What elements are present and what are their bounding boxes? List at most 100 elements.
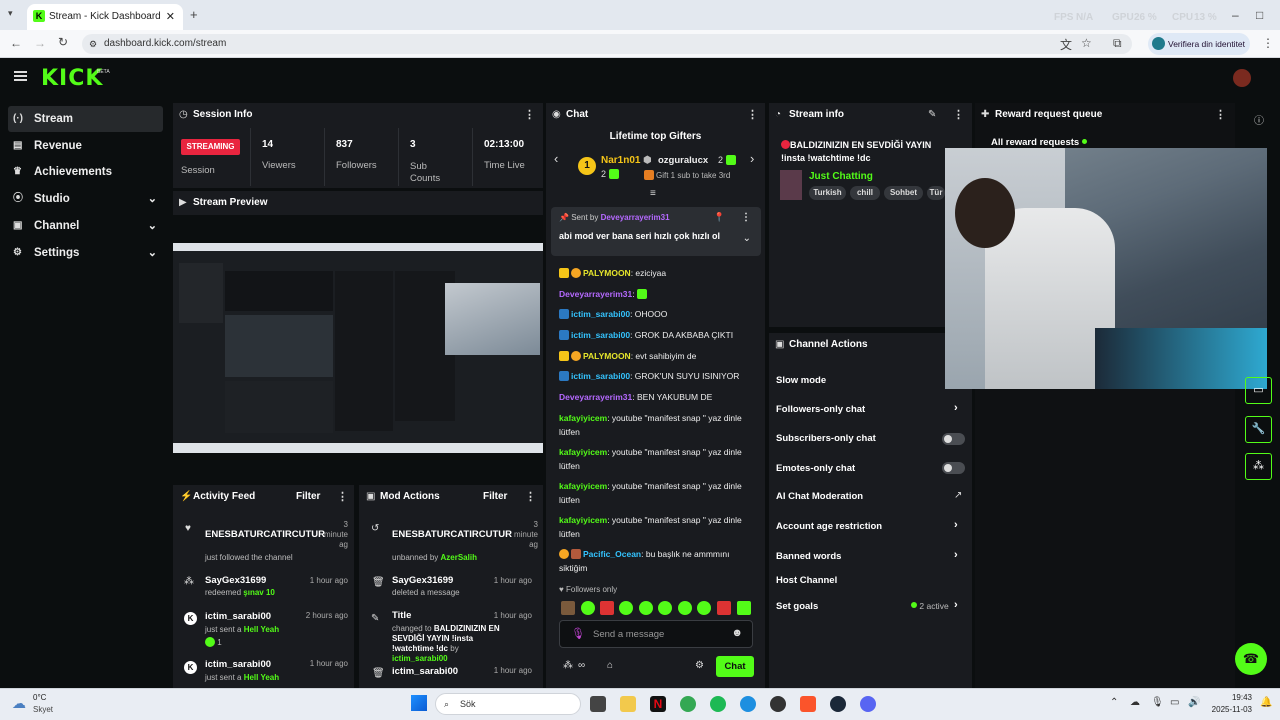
obs-icon[interactable]: [770, 696, 786, 712]
gear-icon[interactable]: ⚙: [695, 660, 704, 671]
chat-username[interactable]: PALYMOON: [583, 351, 631, 361]
emotes-only-action[interactable]: Emotes-only chat: [776, 463, 855, 474]
feed-username[interactable]: ictim_sarabi00: [205, 611, 271, 622]
chat-message[interactable]: Deveyarrayerim31:: [559, 287, 759, 301]
unpin-icon[interactable]: 📍: [714, 212, 725, 223]
all-rewards-label[interactable]: All reward requests: [991, 137, 1079, 148]
stream-category[interactable]: Just Chatting: [809, 171, 873, 182]
more-options-icon[interactable]: ⋮: [1215, 108, 1226, 121]
emote-icon[interactable]: [717, 601, 731, 615]
chat-send-button[interactable]: Chat: [716, 656, 754, 677]
more-options-icon[interactable]: ⋮: [524, 108, 535, 121]
chat-username[interactable]: Deveyarrayerim31: [559, 289, 632, 299]
more-options-icon[interactable]: ⋮: [953, 108, 964, 121]
channel-points-icon[interactable]: ⁂: [563, 660, 573, 671]
clock-time[interactable]: 19:43: [1208, 693, 1252, 702]
slow-mode-action[interactable]: Slow mode: [776, 375, 826, 386]
chat-username[interactable]: ictim_sarabi00: [571, 330, 630, 340]
chat-message[interactable]: ictim_sarabi00: OHOOO: [559, 307, 759, 321]
tab-list-icon[interactable]: ▾: [8, 8, 13, 19]
chat-username[interactable]: ictim_sarabi00: [571, 309, 630, 319]
more-options-icon[interactable]: ⋮: [741, 212, 751, 223]
chat-username[interactable]: PALYMOON: [583, 268, 631, 278]
microphone-icon[interactable]: 🎙: [571, 627, 585, 640]
activity-filter-button[interactable]: Filter: [296, 491, 320, 502]
tag-chip[interactable]: Sohbet: [884, 186, 923, 200]
chat-message[interactable]: PALYMOON: evt sahibiyim de: [559, 349, 759, 363]
sidebar-item-stream[interactable]: (·) Stream: [8, 106, 163, 132]
sidebar-item-settings[interactable]: ⚙ Settings ⌄: [8, 240, 163, 266]
mod-username[interactable]: ENESBATURCATIRCUTUR: [392, 529, 512, 540]
tag-chip[interactable]: Turkish: [809, 186, 846, 200]
new-tab-icon[interactable]: +: [190, 7, 198, 22]
chat-username[interactable]: kafayiyicem: [559, 413, 607, 423]
windows-start-icon[interactable]: [411, 695, 427, 711]
shop-icon[interactable]: ⌂: [607, 660, 613, 671]
network-icon[interactable]: ▭: [1170, 697, 1179, 708]
chevron-down-icon[interactable]: ⌄: [743, 233, 751, 244]
chat-message[interactable]: kafayiyicem: youtube "manifest snap " ya…: [559, 513, 759, 541]
expand-icon[interactable]: ≡: [650, 188, 656, 199]
account-age-action[interactable]: Account age restriction: [776, 521, 882, 532]
taskbar-search[interactable]: ⌕ Sök: [435, 693, 581, 715]
discord-icon[interactable]: [860, 696, 876, 712]
emote-icon[interactable]: [658, 601, 672, 615]
moderator-name[interactable]: ictim_sarabi00: [392, 654, 448, 663]
emotes-only-toggle[interactable]: [942, 462, 965, 474]
brave-icon[interactable]: [800, 696, 816, 712]
more-options-icon[interactable]: ⋮: [525, 490, 536, 503]
chat-username[interactable]: kafayiyicem: [559, 515, 607, 525]
banned-words-action[interactable]: Banned words: [776, 551, 841, 562]
chrome-icon[interactable]: [680, 696, 696, 712]
chat-username[interactable]: kafayiyicem: [559, 447, 607, 457]
kick-logo[interactable]: KICK: [41, 66, 103, 91]
feed-username[interactable]: ENESBATURCATIRCUTUR: [205, 529, 325, 540]
netflix-icon[interactable]: N: [650, 696, 666, 712]
tray-chevron-up-icon[interactable]: ⌃: [1110, 697, 1118, 708]
chevron-right-icon[interactable]: ›: [954, 402, 958, 414]
notifications-icon[interactable]: 🔔: [1260, 697, 1272, 708]
close-tab-icon[interactable]: ✕: [166, 10, 175, 23]
support-chat-button[interactable]: ☎: [1235, 643, 1267, 675]
chat-message[interactable]: kafayiyicem: youtube "manifest snap " ya…: [559, 411, 759, 439]
clock-date[interactable]: 2025-11-03: [1200, 705, 1252, 714]
chevron-right-icon[interactable]: ›: [954, 549, 958, 561]
more-options-icon[interactable]: ⋮: [337, 490, 348, 503]
chevron-right-icon[interactable]: ›: [954, 519, 958, 531]
chat-message[interactable]: Deveyarrayerim31: BEN YAKUBUM DE: [559, 390, 759, 404]
external-link-icon[interactable]: ↗: [954, 490, 962, 501]
chat-username[interactable]: Pacific_Ocean: [583, 549, 641, 559]
edge-icon[interactable]: [740, 696, 756, 712]
emote-icon[interactable]: [581, 601, 595, 615]
translate-icon[interactable]: 文: [1060, 36, 1072, 53]
emote-icon[interactable]: [639, 601, 653, 615]
volume-icon[interactable]: 🔊: [1188, 697, 1200, 708]
chat-message[interactable]: Pacific_Ocean: bu başlık ne ammmını sikt…: [559, 547, 759, 575]
emote-icon[interactable]: [619, 601, 633, 615]
second-gifter-name[interactable]: ozguralucx: [658, 155, 708, 166]
forward-icon[interactable]: →: [34, 36, 46, 50]
sidebar-item-revenue[interactable]: ▤ Revenue: [8, 133, 163, 159]
edit-icon[interactable]: ✎: [928, 109, 936, 120]
info-icon[interactable]: ⓘ: [1254, 112, 1264, 127]
chat-username[interactable]: ictim_sarabi00: [571, 371, 630, 381]
cloud-icon[interactable]: ☁: [1130, 697, 1140, 708]
infinity-icon[interactable]: ∞: [578, 660, 585, 671]
microphone-icon[interactable]: 🎙: [1151, 697, 1164, 708]
identity-button[interactable]: Verifiera din identitet: [1148, 33, 1250, 55]
wrench-icon[interactable]: 🔧: [1245, 416, 1272, 443]
chat-message[interactable]: kafayiyicem: youtube "manifest snap " ya…: [559, 479, 759, 507]
stream-preview-video[interactable]: [173, 243, 543, 453]
category-thumbnail[interactable]: [780, 170, 802, 200]
weather-temp[interactable]: 0°C: [33, 693, 46, 702]
top-gifter-name[interactable]: Nar1n01: [601, 155, 640, 166]
menu-icon[interactable]: [14, 71, 27, 81]
chevron-right-icon[interactable]: ›: [954, 599, 958, 611]
rail-button-1[interactable]: ▭: [1245, 377, 1272, 404]
set-goals-action[interactable]: Set goals: [776, 601, 818, 612]
tag-chip[interactable]: Tür: [927, 186, 945, 200]
ai-moderation-action[interactable]: AI Chat Moderation: [776, 491, 863, 502]
host-channel-action[interactable]: Host Channel: [776, 575, 837, 586]
chat-message[interactable]: ictim_sarabi00: GROK'UN SUYU ISINIYOR: [559, 369, 759, 383]
chat-message[interactable]: PALYMOON: eziciyaa: [559, 266, 759, 280]
